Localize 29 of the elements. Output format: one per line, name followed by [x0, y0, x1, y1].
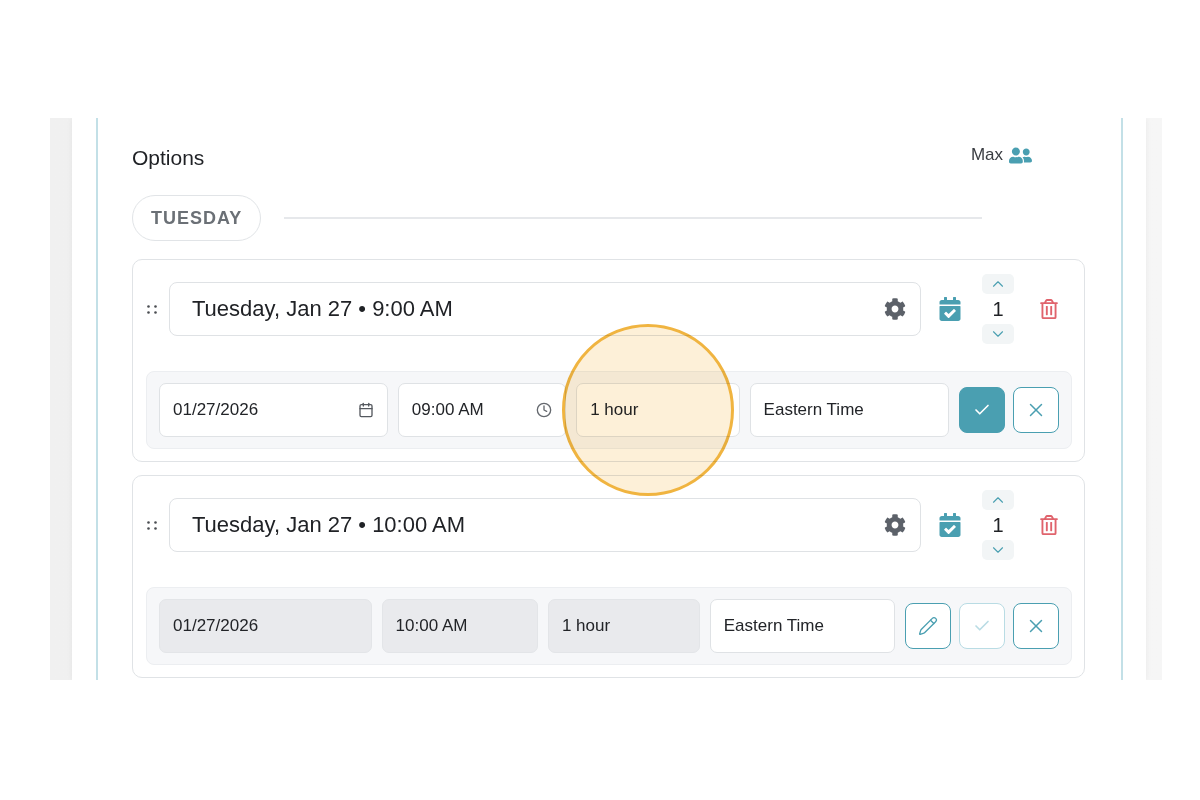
cancel-button[interactable]: [1013, 387, 1059, 433]
edit-button[interactable]: [905, 603, 951, 649]
decrement-button[interactable]: [982, 540, 1014, 560]
calendar-icon[interactable]: [357, 402, 374, 418]
settings-icon[interactable]: [884, 298, 906, 320]
count-value: 1: [992, 297, 1004, 322]
increment-button[interactable]: [982, 490, 1014, 510]
option-title-field[interactable]: Tuesday, Jan 27 • 9:00 AM: [169, 282, 921, 336]
increment-button[interactable]: [982, 274, 1014, 294]
clock-icon[interactable]: [536, 402, 553, 418]
count-value: 1: [992, 513, 1004, 538]
option-title-field[interactable]: Tuesday, Jan 27 • 10:00 AM: [169, 498, 921, 552]
time-field[interactable]: 09:00 AM: [397, 383, 567, 437]
drag-handle-icon[interactable]: [147, 304, 157, 314]
trash-icon[interactable]: [1040, 515, 1058, 535]
max-label: Max: [970, 145, 1003, 165]
settings-icon[interactable]: [884, 514, 906, 536]
calendar-check-icon[interactable]: [939, 297, 961, 321]
section-title: Options: [132, 146, 205, 170]
timezone-field[interactable]: Eastern Time: [709, 599, 895, 653]
cancel-button[interactable]: [1013, 603, 1059, 649]
drag-handle-icon[interactable]: [147, 520, 157, 530]
trash-icon[interactable]: [1040, 299, 1058, 319]
pencil-icon: [918, 616, 938, 636]
confirm-button[interactable]: [959, 387, 1005, 433]
timezone-field[interactable]: Eastern Time: [749, 383, 949, 437]
decrement-button[interactable]: [982, 324, 1014, 344]
calendar-check-icon[interactable]: [939, 513, 961, 537]
date-field[interactable]: 01/27/2026: [159, 383, 388, 437]
